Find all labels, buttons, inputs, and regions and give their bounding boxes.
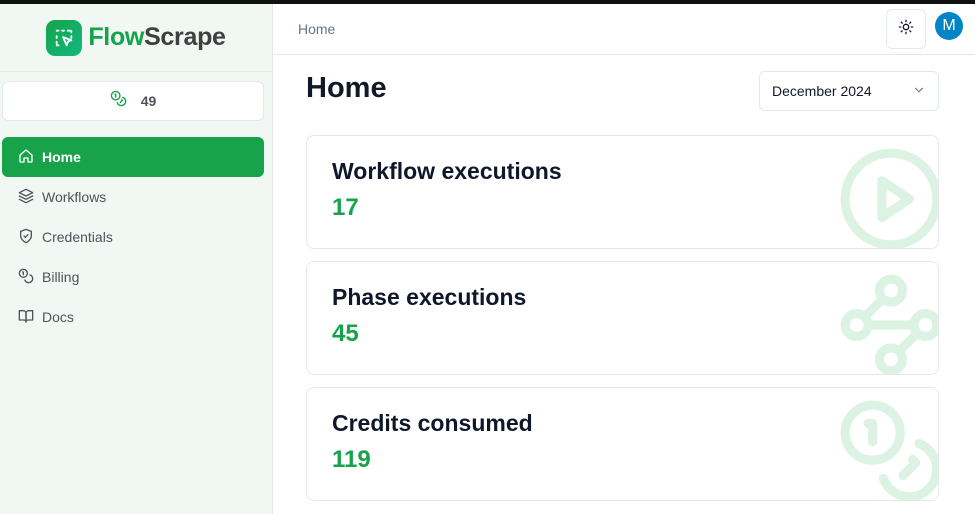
sidebar-item-billing[interactable]: Billing: [2, 257, 264, 297]
stat-title: Credits consumed: [332, 410, 533, 436]
stat-title: Phase executions: [332, 284, 527, 310]
coins-icon: [110, 90, 127, 112]
sidebar: FlowScrape 49 Home Workflows Credentials…: [0, 4, 273, 514]
breadcrumb[interactable]: Home: [298, 21, 335, 37]
sidebar-item-label: Docs: [42, 309, 74, 325]
page-title: Home: [306, 72, 387, 104]
home-icon: [18, 148, 34, 167]
sidebar-item-workflows[interactable]: Workflows: [2, 177, 264, 217]
sidebar-item-label: Credentials: [42, 229, 113, 245]
circle-play-icon: [836, 144, 938, 248]
sidebar-nav: Home Workflows Credentials Billing Docs: [2, 137, 264, 337]
stat-card-phase-executions: Phase executions 45: [306, 261, 939, 375]
header: Home M: [274, 4, 975, 55]
layers-icon: [18, 188, 34, 207]
coins-icon: [18, 268, 34, 287]
period-select[interactable]: December 2024: [759, 71, 939, 111]
sidebar-item-label: Home: [42, 149, 81, 165]
chevron-down-icon: [912, 83, 926, 100]
stat-title: Workflow executions: [332, 158, 562, 184]
sun-icon: [898, 19, 914, 40]
stat-value: 17: [332, 194, 359, 221]
sidebar-item-docs[interactable]: Docs: [2, 297, 264, 337]
book-open-icon: [18, 308, 34, 327]
shield-check-icon: [18, 228, 34, 247]
credits-value: 49: [140, 93, 157, 109]
stat-value: 119: [332, 446, 371, 473]
theme-toggle-button[interactable]: [886, 9, 926, 49]
sidebar-item-label: Billing: [42, 269, 80, 285]
credits-balance[interactable]: 49: [2, 81, 264, 121]
stat-card-workflow-executions: Workflow executions 17: [306, 135, 939, 249]
sidebar-item-credentials[interactable]: Credentials: [2, 217, 264, 257]
brand-name: FlowScrape: [88, 23, 226, 51]
coins-icon: [836, 396, 938, 500]
waypoints-icon: [836, 270, 938, 374]
sidebar-item-home[interactable]: Home: [2, 137, 264, 177]
period-select-value: December 2024: [772, 83, 872, 99]
logo[interactable]: FlowScrape: [0, 4, 272, 72]
logo-cursor-icon: [46, 19, 83, 56]
avatar[interactable]: M: [935, 12, 963, 40]
stat-value: 45: [332, 320, 359, 347]
stat-card-credits-consumed: Credits consumed 119: [306, 387, 939, 501]
sidebar-item-label: Workflows: [42, 189, 107, 205]
